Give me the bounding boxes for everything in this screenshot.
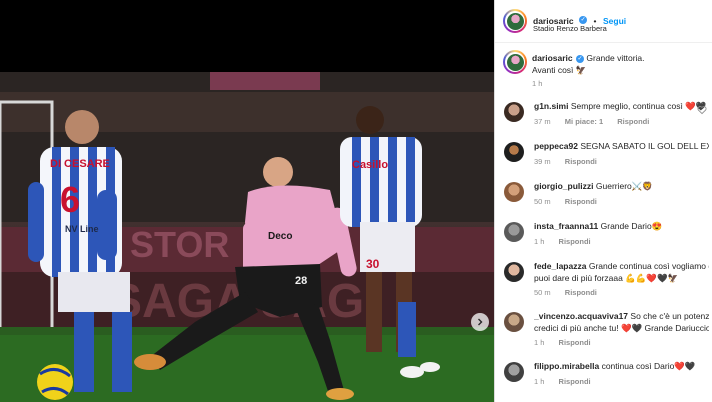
caption-timestamp: 1 h [532, 79, 543, 88]
comment-meta: 39 m Rispondi [534, 157, 609, 166]
commenter-avatar[interactable] [504, 222, 524, 242]
comment-item: fede_lapazza Grande continua così voglia… [495, 255, 712, 305]
commenter-username[interactable]: fede_lapazza [534, 261, 586, 271]
comment-meta: 50 m Rispondi [534, 197, 609, 206]
comment-text: fede_lapazza Grande continua così voglia… [534, 260, 709, 272]
comment-body: So che c'è un potenziale [630, 311, 709, 321]
comment-time: 1 h [534, 377, 545, 386]
comment-text-line-2: puoi dare di più forzaaa 💪💪❤️🖤🦅 [534, 272, 709, 284]
reply-button[interactable]: Rispondi [559, 338, 591, 347]
comment-text: giorgio_pulizzi Guerriero⚔️🦁 [534, 180, 709, 192]
comment-time: 1 h [534, 338, 545, 347]
comment-item: peppeca92 SEGNA SABATO IL GOL DELL EX 🔥🔥… [495, 135, 712, 175]
post-header: dariosaric ✓ • Segui Stadio Renzo Barber… [495, 0, 712, 43]
commenter-avatar[interactable] [504, 182, 524, 202]
caption-line-1: Grande vittoria. [586, 53, 645, 63]
commenter-avatar[interactable] [504, 362, 524, 382]
svg-text:NV Line: NV Line [65, 224, 99, 234]
caption-text: dariosaric ✓ Grande vittoria. Avanti cos… [532, 52, 710, 76]
comment-text: g1n.simi Sempre meglio, continua così ❤️… [534, 100, 709, 112]
comment-body: Sempre meglio, continua così [570, 101, 686, 111]
comment-body: Grande Dario [600, 221, 652, 231]
comment-item: filippo.mirabella continua così Dario❤️🖤… [495, 355, 712, 395]
svg-text:Deco: Deco [268, 231, 292, 242]
comment-emoji: ⚔️🦁 [631, 181, 653, 191]
comment-emoji: 😍 [651, 221, 663, 231]
commenter-avatar[interactable] [504, 102, 524, 122]
comment-item: _vincenzo.acquaviva17 So che c'è un pote… [495, 305, 712, 355]
commenter-avatar[interactable] [504, 312, 524, 332]
svg-text:Casillo: Casillo [352, 159, 388, 171]
comment-meta: 50 m Rispondi [534, 288, 609, 297]
comment-text: filippo.mirabella continua così Dario❤️🖤 [534, 360, 709, 372]
comment-text: insta_fraanna11 Grande Dario😍 [534, 220, 709, 232]
reply-button[interactable]: Rispondi [617, 117, 649, 126]
comment-meta: 1 h Rispondi [534, 237, 603, 246]
comment-body: puoi dare di più forzaaa [534, 273, 626, 283]
caption-line-2: Avanti così 🦅 [532, 65, 587, 75]
reply-button[interactable]: Rispondi [565, 157, 597, 166]
commenter-avatar[interactable] [504, 142, 524, 162]
chevron-right-icon [478, 318, 483, 326]
commenter-username[interactable]: giorgio_pulizzi [534, 181, 594, 191]
reply-button[interactable]: Rispondi [565, 288, 597, 297]
comment-meta: 1 h Rispondi [534, 377, 603, 386]
comments-panel: dariosaric ✓ • Segui Stadio Renzo Barber… [494, 0, 712, 402]
svg-text:DI CESARE: DI CESARE [50, 158, 110, 170]
comment-time: 50 m [534, 288, 551, 297]
post-caption: dariosaric ✓ Grande vittoria. Avanti cos… [495, 43, 712, 93]
post-photo: STOR SAGA SAG DI CESARE 6 [0, 72, 494, 402]
svg-text:STOR: STOR [130, 224, 229, 265]
svg-text:28: 28 [295, 275, 307, 287]
caption-avatar[interactable] [503, 50, 527, 74]
comment-emoji: ❤️🖤 [674, 361, 696, 371]
ball [37, 364, 73, 400]
commenter-username[interactable]: insta_fraanna11 [534, 221, 598, 231]
svg-text:30: 30 [366, 257, 380, 271]
comment-text-line-2: credici di più anche tu! ❤️🖤 Grande Dari… [534, 322, 709, 334]
comment-meta: 1 h Rispondi [534, 338, 603, 347]
post-location[interactable]: Stadio Renzo Barbera [533, 24, 607, 33]
comment-likes[interactable]: Mi piace: 1 [565, 117, 603, 126]
comment-time: 1 h [534, 237, 545, 246]
verified-badge-icon: ✓ [576, 54, 585, 63]
comment-text: peppeca92 SEGNA SABATO IL GOL DELL EX 🔥🔥 [534, 140, 709, 152]
comment-body: Guerriero [595, 181, 632, 191]
comment-item: g1n.simi Sempre meglio, continua così ❤️… [495, 95, 712, 135]
post-media: STOR SAGA SAG DI CESARE 6 [0, 0, 494, 402]
commenter-username[interactable]: filippo.mirabella [534, 361, 599, 371]
comment-body: credici di più anche tu! [534, 323, 621, 333]
comment-body: Grande continua così vogliamo dj p [588, 261, 709, 271]
svg-text:6: 6 [60, 179, 80, 220]
comment-emoji: 💪💪❤️🖤🦅 [625, 273, 679, 283]
like-heart-icon[interactable] [697, 105, 707, 115]
comment-body: SEGNA SABATO IL GOL DELL EX [580, 141, 709, 151]
commenter-username[interactable]: peppeca92 [534, 141, 578, 151]
comment-emoji: ❤️🖤 Grande Dariuccio [620, 323, 709, 333]
author-avatar[interactable] [503, 9, 527, 33]
commenter-username[interactable]: _vincenzo.acquaviva17 [534, 311, 628, 321]
commenter-username[interactable]: g1n.simi [534, 101, 568, 111]
reply-button[interactable]: Rispondi [559, 237, 591, 246]
comment-text: _vincenzo.acquaviva17 So che c'è un pote… [534, 310, 709, 322]
comment-body: continua così Dario [601, 361, 675, 371]
next-image-button[interactable] [471, 313, 489, 331]
reply-button[interactable]: Rispondi [565, 197, 597, 206]
commenter-avatar[interactable] [504, 262, 524, 282]
comment-item: insta_fraanna11 Grande Dario😍 1 h Rispon… [495, 215, 712, 255]
comment-time: 50 m [534, 197, 551, 206]
comment-item: giorgio_pulizzi Guerriero⚔️🦁 50 m Rispon… [495, 175, 712, 215]
comment-time: 39 m [534, 157, 551, 166]
comment-meta: 37 m Mi piace: 1 Rispondi [534, 117, 661, 126]
verified-badge-icon: ✓ [579, 15, 588, 24]
caption-username[interactable]: dariosaric [532, 53, 573, 63]
comment-time: 37 m [534, 117, 551, 126]
reply-button[interactable]: Rispondi [559, 377, 591, 386]
